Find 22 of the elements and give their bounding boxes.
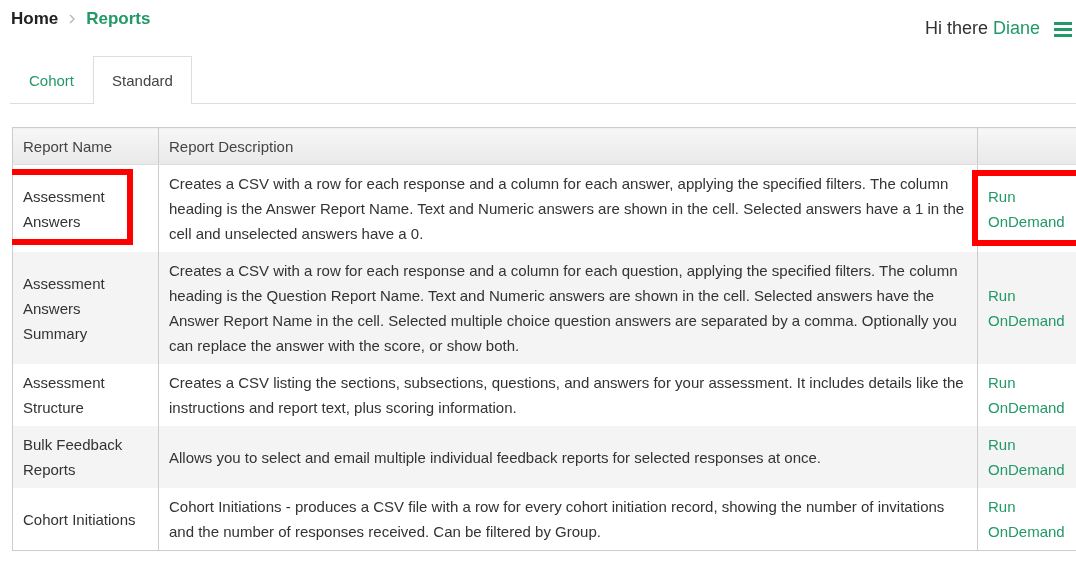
report-description: Creates a CSV with a row for each response and a column for each answer, applying the specified filters. The column heading is the Answer Report Name. Text and Numeric answers are shown in the cell. Selected answers have a 1 in the cell and unselected answers have a 0.	[169, 175, 965, 242]
run-link[interactable]: Run OnDemand	[988, 370, 1065, 420]
report-description: Allows you to select and email multiple individual feedback reports for selected responses at once.	[169, 448, 822, 466]
greeting-text: Hi there Diane	[924, 18, 1040, 39]
run-link[interactable]: Run OnDemand	[988, 183, 1065, 234]
report-name: Bulk Feedback Reports	[23, 436, 123, 478]
report-description: Creates a CSV listing the sections, subsections, questions, and answers for your assessment. It includes details like the instructions and report text, plus scoring information.	[169, 374, 964, 416]
breadcrumb-link[interactable]: Home	[11, 9, 59, 29]
report-name: Assessment Answers Summary	[23, 274, 105, 342]
column-header: Report Name	[12, 127, 159, 165]
breadcrumb-link[interactable]: Reports	[86, 9, 151, 29]
report-name: Cohort Initiations	[23, 510, 136, 528]
menu-icon[interactable]	[1054, 20, 1072, 37]
report-name: Assessment Structure	[23, 374, 105, 416]
run-link[interactable]: Run OnDemand	[988, 494, 1065, 544]
report-description: Cohort Initiations - produces a CSV file with a row for every cohort initiation record, showing the number of invitations and the number of responses received. Can be filtered by Group.	[169, 498, 945, 540]
report-name: Assessment Answers	[23, 187, 105, 230]
tab[interactable]: Cohort	[10, 56, 94, 104]
chevron-icon	[68, 14, 77, 24]
report-description: Creates a CSV with a row for each response and a column for each question, applying the specified filters. The column heading is the Question Report Name. Text and Numeric answers are shown in the cell. Selected answers have the Answer Report Name in the cell. Selected multiple choice question answers are separated by a comma. Optionally you can replace the answer with the score, or show both.	[169, 262, 958, 354]
tab[interactable]: Standard	[93, 56, 192, 104]
column-header: Report Description	[158, 127, 978, 165]
